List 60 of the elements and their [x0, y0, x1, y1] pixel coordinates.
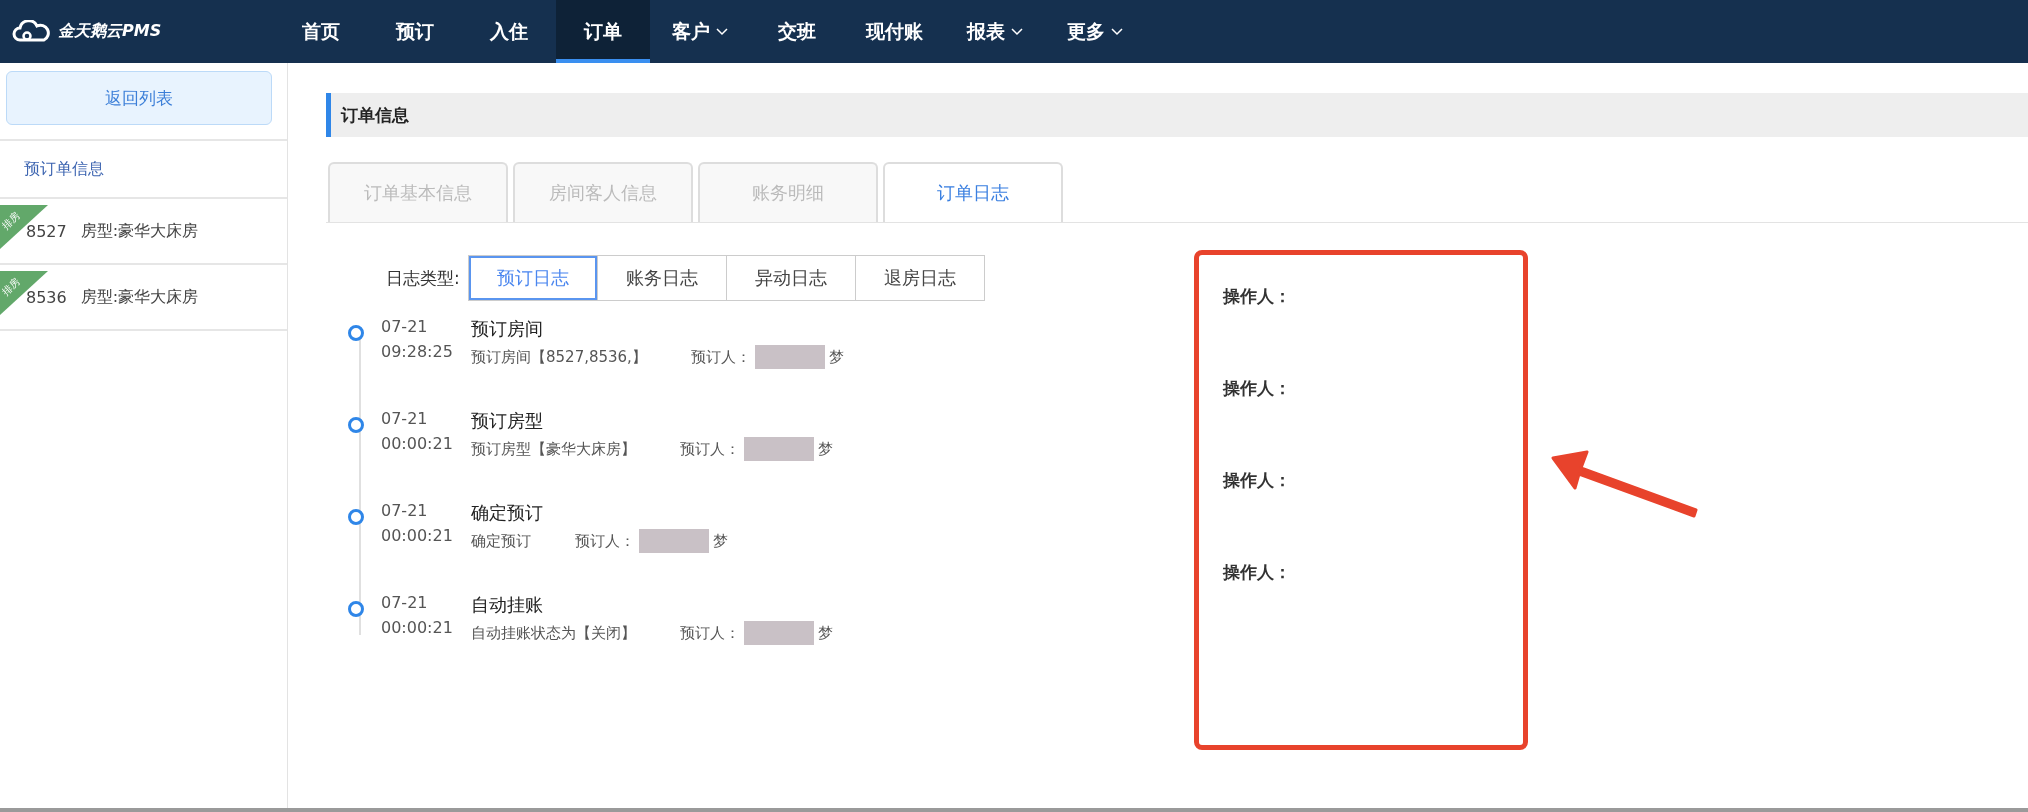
redacted-name	[744, 437, 814, 461]
nav-item[interactable]: 报表	[945, 0, 1045, 63]
nav-item[interactable]: 订单	[556, 0, 650, 63]
log-date: 07-21	[381, 501, 429, 520]
log-detail: 预订房间【8527,8536,】	[471, 347, 647, 367]
booker-label: 预订人：	[680, 623, 740, 643]
log-detail: 自动挂账状态为【关闭】	[471, 623, 636, 643]
nav-item[interactable]: 更多	[1045, 0, 1145, 63]
timeline-dot	[348, 601, 364, 617]
log-type-button[interactable]: 退房日志	[854, 256, 984, 300]
logo-text: 金天鹅云PMS	[58, 21, 162, 42]
booker-label: 预订人：	[690, 347, 751, 367]
log-time: 00:00:21	[381, 526, 454, 545]
operator-label: 操作人：	[1223, 377, 1292, 400]
redacted-name	[754, 345, 825, 369]
operator-label: 操作人：	[1223, 285, 1292, 308]
operator-label: 操作人：	[1223, 561, 1292, 584]
nav-item[interactable]: 现付账	[844, 0, 945, 63]
log-date: 07-21	[381, 409, 429, 428]
booker-name-fragment: 梦	[713, 531, 728, 551]
log-detail: 确定预订	[471, 531, 531, 551]
log-date: 07-21	[381, 317, 429, 336]
back-to-list-button[interactable]: 返回列表	[6, 71, 272, 125]
log-type-button[interactable]: 预订日志	[468, 256, 597, 300]
log-time: 00:00:21	[381, 434, 454, 453]
booker-label: 预订人：	[575, 531, 635, 551]
log-type-button[interactable]: 账务日志	[596, 256, 726, 300]
nav-item[interactable]: 入住	[462, 0, 556, 63]
log-detail: 预订房型【豪华大床房】	[471, 439, 636, 459]
sidebar-item[interactable]: 预订单信息	[24, 158, 104, 180]
room-item[interactable]: 排房 8527 房型:豪华大床房	[0, 199, 287, 265]
operator-label: 操作人：	[1223, 469, 1292, 492]
booker-name-fragment: 梦	[818, 623, 833, 643]
booker-name-fragment: 梦	[818, 439, 833, 459]
tab[interactable]: 订单日志	[883, 162, 1063, 222]
timeline-dot	[348, 417, 364, 433]
room-type: 房型:豪华大床房	[80, 220, 199, 242]
redacted-name	[744, 621, 814, 645]
log-type-label: 日志类型:	[386, 266, 460, 290]
log-date: 07-21	[381, 593, 429, 612]
booker-label: 预订人：	[680, 439, 740, 459]
redacted-name	[639, 529, 709, 553]
nav-item[interactable]: 预订	[368, 0, 462, 63]
timeline-dot	[348, 509, 364, 525]
log-title: 预订房间	[471, 317, 544, 341]
nav-item[interactable]: 客户	[650, 0, 750, 63]
log-type-button[interactable]: 异动日志	[725, 256, 855, 300]
log-title: 自动挂账	[471, 593, 544, 617]
log-time: 09:28:25	[381, 342, 454, 361]
log-title: 确定预订	[471, 501, 544, 525]
log-time: 00:00:21	[381, 618, 454, 637]
timeline-dot	[348, 325, 364, 341]
section-title: 订单信息	[341, 103, 409, 127]
nav-item[interactable]: 交班	[750, 0, 844, 63]
booker-name-fragment: 梦	[828, 347, 844, 367]
log-title: 预订房型	[471, 409, 544, 433]
nav-item[interactable]: 首页	[274, 0, 368, 63]
room-item[interactable]: 排房 8536 房型:豪华大床房	[0, 265, 287, 331]
room-type: 房型:豪华大床房	[80, 286, 199, 308]
cloud-logo-icon	[12, 19, 52, 44]
